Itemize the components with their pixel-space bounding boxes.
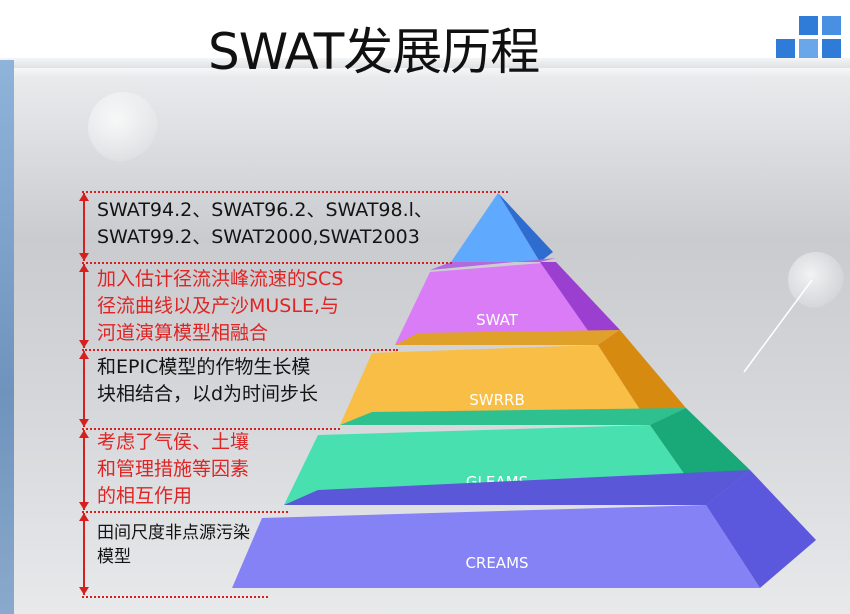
arrow-down-icon [79,419,89,427]
arrow-down-icon [79,340,89,348]
arrow-up-icon [79,264,89,272]
arrow-down-icon [79,502,89,510]
tier-swrrb-description: 和EPIC模型的作物生长模 块相结合，以d为时间步长 [97,354,318,408]
timeline-bracket [79,264,89,348]
description-line: 径流曲线以及产沙MUSLE,与 [97,295,339,317]
tier-swat-description: 加入估计径流洪峰流速的SCS 径流曲线以及产沙MUSLE,与 河道演算模型相融合 [97,266,343,347]
description-line: 块相结合，以d为时间步长 [97,383,319,405]
description-line: 和EPIC模型的作物生长模 [97,356,311,378]
tier-1-description: SWAT94.2、SWAT96.2、SWAT98.l、 SWAT99.2、SWA… [97,197,433,251]
guide-line [82,349,398,351]
description-line: 的相互作用 [97,485,193,507]
timeline-bracket [79,193,89,261]
arrow-down-icon [79,253,89,261]
guide-line [82,596,268,598]
guide-line [82,191,508,193]
guide-line [82,262,452,264]
timeline-bracket [79,513,89,595]
timeline-bracket [79,430,89,510]
arrow-up-icon [79,351,89,359]
arrow-up-icon [79,513,89,521]
description-line: 模型 [97,547,131,567]
timeline-bracket [79,351,89,427]
tier-label-creams: CREAMS [465,554,528,572]
pyramid-tier-1 [451,193,553,262]
description-line: SWAT94.2、SWAT96.2、SWAT98.l、 [97,199,433,221]
description-line: 河道演算模型相融合 [97,322,269,344]
tier-label-swrrb: SWRRB [469,391,525,409]
arrow-up-icon [79,430,89,438]
tier-gleams-description: 考虑了气侯、土壤 和管理措施等因素 的相互作用 [97,429,249,510]
description-line: 考虑了气侯、土壤 [97,431,250,453]
arrow-up-icon [79,193,89,201]
arrow-down-icon [79,587,89,595]
description-line: 加入估计径流洪峰流速的SCS [97,268,344,290]
description-line: SWAT99.2、SWAT2000,SWAT2003 [97,226,420,248]
tier-label-swat: SWAT [476,311,519,329]
description-line: 田间尺度非点源污染 [97,523,250,543]
tier-creams-description: 田间尺度非点源污染 模型 [97,521,250,569]
connector-line [743,279,813,373]
guide-line [82,511,288,513]
description-line: 和管理措施等因素 [97,458,250,480]
